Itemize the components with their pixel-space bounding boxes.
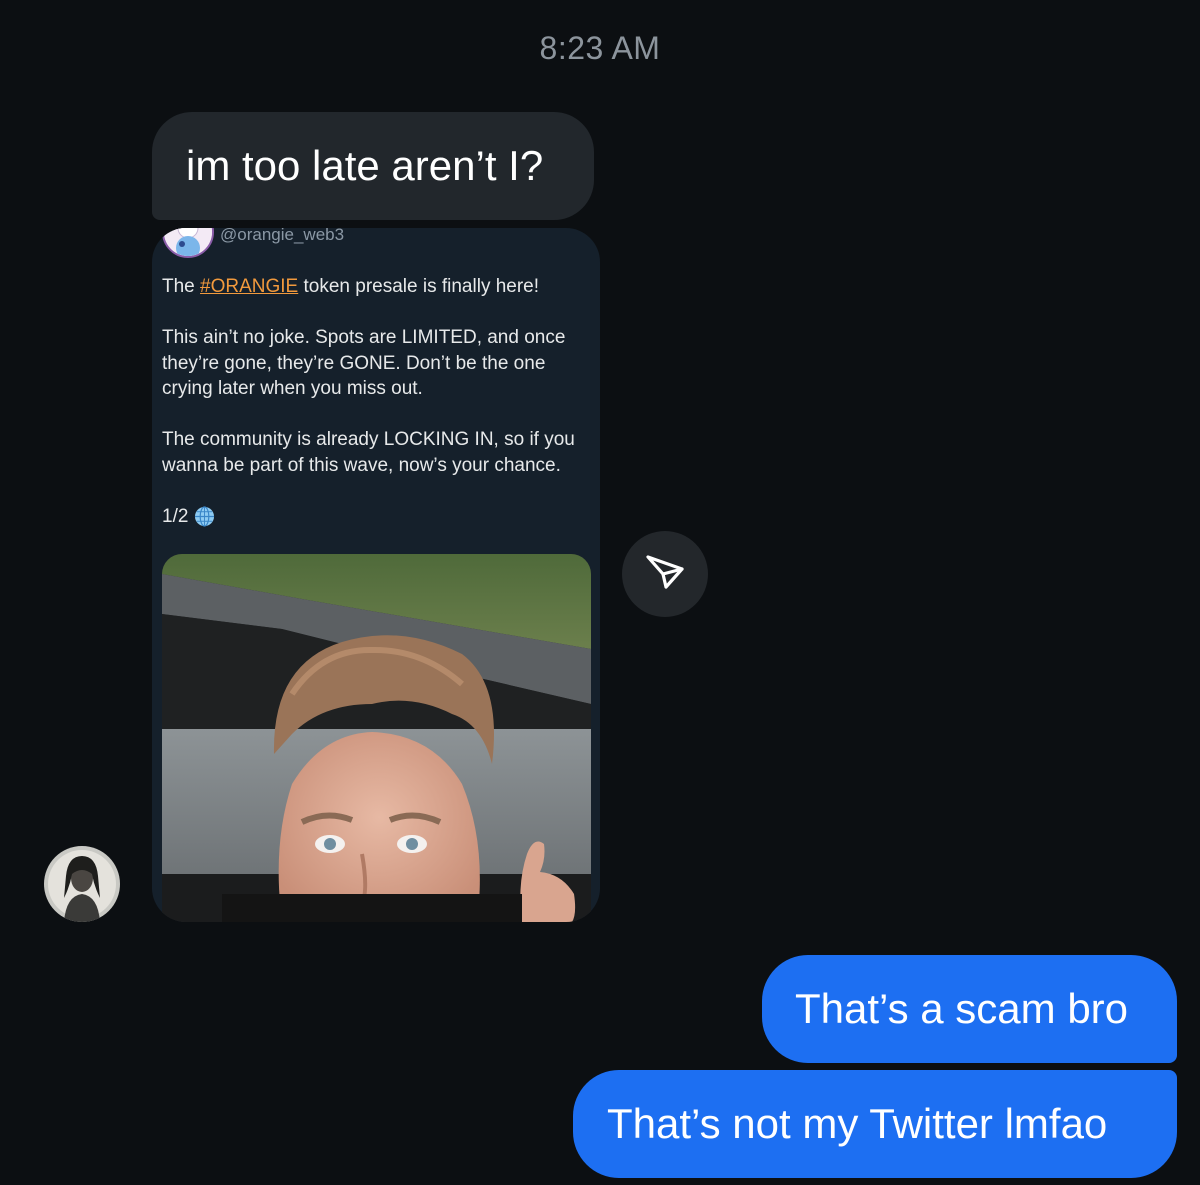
tweet-text-segment: token presale is finally here! [298,276,540,297]
message-timestamp: 8:23 AM [539,30,661,66]
tweet-image-selfie[interactable] [162,554,591,922]
hashtag-link[interactable]: #ORANGIE [200,276,298,297]
tweet-body: The #ORANGIE token presale is finally he… [162,274,582,529]
thread-counter: 1/2 [162,505,189,527]
incoming-message-bubble[interactable]: im too late aren’t I? [152,112,594,220]
tweet-author-avatar[interactable] [162,228,214,258]
outgoing-message-bubble[interactable]: That’s not my Twitter lmfao [573,1070,1177,1178]
share-button[interactable] [622,531,708,617]
tweet-text-segment: The [162,276,201,297]
outgoing-message-bubble[interactable]: That’s a scam bro [762,955,1177,1063]
shared-tweet-card[interactable]: @orangie_web3 The #ORANGIE token presale… [152,228,600,922]
tweet-paragraph-1: The #ORANGIE token presale is finally he… [162,274,582,300]
paper-plane-icon [644,551,686,598]
tweet-paragraph-2: This ain’t no joke. Spots are LIMITED, a… [162,327,566,399]
tweet-paragraph-3: The community is already LOCKING IN, so … [162,429,575,476]
contact-avatar[interactable] [44,846,120,922]
thread-counter-row: 1/2 [162,504,582,530]
dm-conversation: 8:23 AM im too late aren’t I? @orangie_w… [0,0,1200,1185]
tweet-author-handle[interactable]: @orangie_web3 [220,228,344,245]
globe-icon [194,506,215,527]
